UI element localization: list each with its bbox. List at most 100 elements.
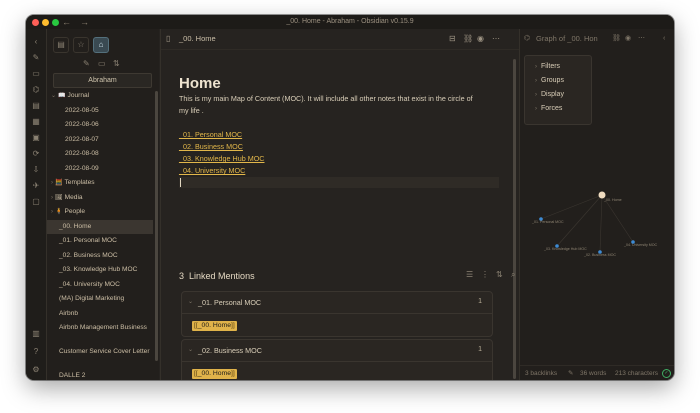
bookmarks-tab-icon[interactable]: ☆ [73, 37, 89, 53]
note-heading[interactable]: Home [179, 75, 221, 92]
graph-node-label: _03. Knowledge Hub MOC [543, 247, 587, 251]
graph-view-icon[interactable]: ⌬ [31, 85, 41, 95]
download-icon[interactable]: ⇩ [31, 165, 41, 175]
graph-menu-forces[interactable]: › Forces [535, 105, 562, 112]
calendar-icon[interactable]: ▢ [31, 197, 41, 207]
file-item[interactable]: Airbnb [47, 307, 153, 322]
sort-icon[interactable]: ⇅ [113, 59, 120, 68]
graph-menu-groups[interactable]: › Groups [535, 77, 564, 84]
backlinks-count[interactable]: 3 backlinks [525, 366, 557, 380]
chevron-right-icon[interactable]: › [51, 209, 53, 215]
file-item[interactable]: 2022-08-07 [47, 133, 153, 148]
show-context-icon[interactable]: ⋮ [481, 270, 489, 279]
sort-results-icon[interactable]: ⇅ [496, 270, 503, 279]
chevron-down-icon[interactable]: ⌄ [188, 346, 193, 353]
tree-item-label: Customer Service Cover Letter [59, 348, 150, 355]
file-item[interactable]: _00. Home [47, 219, 153, 234]
file-icon[interactable]: ▤ [31, 101, 41, 111]
mention-card-title[interactable]: _02. Business MOC [198, 346, 262, 355]
daily-note-icon[interactable]: ▦ [31, 117, 41, 127]
graph-panel-title[interactable]: Graph of _00. Hon [536, 29, 598, 49]
file-item[interactable]: 2022-08-06 [47, 118, 153, 133]
settings-gear-icon[interactable]: ⚙ [31, 365, 41, 375]
editor-scrollbar[interactable] [513, 59, 516, 379]
ai-icon[interactable]: ✎ [31, 53, 41, 63]
linked-mentions-label: Linked Mentions [189, 271, 255, 281]
collapse-sidebar-icon[interactable]: ‹ [31, 37, 41, 47]
tree-item-label: DALLE 2 [59, 372, 86, 379]
sidebar-scrollbar[interactable] [155, 91, 158, 361]
mention-card-personal[interactable]: ⌄ _01. Personal MOC 1 [[_00. Home]] [181, 291, 493, 337]
new-folder-icon[interactable]: ▭ [98, 59, 106, 68]
folder-item[interactable]: › 🧍 People [47, 205, 153, 220]
editor-tab-title[interactable]: _00. Home [179, 29, 216, 49]
folder-item[interactable]: › 🖼 Media [47, 191, 153, 206]
mention-snippet[interactable]: [[_00. Home]] [192, 321, 237, 331]
new-note-icon[interactable]: ✎ [83, 59, 90, 68]
more-options-icon[interactable]: ⋯ [492, 29, 500, 49]
linked-mentions-header[interactable]: 3 Linked Mentions [179, 271, 255, 281]
folder-item[interactable]: ⌄ 📖 Journal [47, 89, 153, 104]
link-university-moc[interactable]: _04. University MOC [179, 165, 245, 177]
file-item[interactable]: _04. University MOC [47, 278, 153, 293]
collapse-right-panel-icon[interactable]: ‹ [663, 29, 665, 49]
search-icon[interactable]: ⌕ [511, 270, 515, 280]
graph-settings-menu: › Filters › Groups › Display › Forces [524, 55, 592, 125]
folder-emoji-icon: 🧍 [55, 209, 63, 215]
files-tab-icon[interactable]: ▤ [53, 37, 69, 53]
vault-name[interactable]: Abraham [53, 73, 152, 88]
graph-canvas[interactable]: _00. Home _01. Personal MOC _03. Knowledge… [520, 189, 674, 309]
mention-card-count: 1 [478, 346, 482, 353]
graph-menu-filters[interactable]: › Filters [535, 63, 560, 70]
help-icon[interactable]: ? [31, 347, 41, 357]
chevron-right-icon[interactable]: › [51, 180, 53, 186]
link-icon[interactable]: ⛓ [463, 29, 473, 49]
mention-card-business[interactable]: ⌄ _02. Business MOC 1 [[_00. Home]] [181, 339, 493, 380]
file-item[interactable]: 2022-08-05 [47, 104, 153, 119]
publish-icon[interactable]: ✈ [31, 181, 41, 191]
file-item[interactable]: Customer Service Cover Letter [47, 345, 153, 369]
open-quick-switcher-icon[interactable]: ▭ [31, 69, 41, 79]
sync-icon[interactable]: ⟳ [31, 149, 41, 159]
terminal-icon[interactable]: ▣ [31, 133, 41, 143]
file-item[interactable]: 2022-08-08 [47, 147, 153, 162]
file-item[interactable]: 2022-08-09 [47, 162, 153, 177]
edit-icon[interactable]: ✎ [568, 366, 573, 380]
folder-item[interactable]: › 🧮 Templates [47, 176, 153, 191]
folder-emoji-icon: 📖 [58, 93, 66, 99]
link-personal-moc[interactable]: _01. Personal MOC [179, 129, 242, 141]
file-item[interactable]: _01. Personal MOC [47, 234, 153, 249]
mention-card-title[interactable]: _01. Personal MOC [198, 298, 261, 307]
editor-pane: ▯ _00. Home ⊟ ⛓ ◉ ⋯ Home This is my main… [160, 29, 519, 380]
reading-view-icon[interactable]: ⊟ [449, 29, 456, 49]
local-graph-panel: ⌬ Graph of _00. Hon ⛓ ◉ ⋯ ‹ › Filters › Gr… [519, 29, 674, 380]
divider [182, 313, 492, 314]
file-item[interactable]: Airbnb Management Business [47, 321, 153, 345]
linked-mentions-count: 3 [179, 271, 185, 281]
record-icon[interactable]: ◉ [477, 29, 484, 49]
more-options-icon[interactable]: ⋯ [638, 29, 645, 49]
graph-menu-groups-label: Groups [541, 77, 564, 84]
file-item[interactable]: _03. Knowledge Hub MOC [47, 263, 153, 278]
tree-item-label: 2022-08-08 [65, 150, 99, 157]
note-paragraph[interactable]: This is my main Map of Content (MOC). It… [179, 93, 484, 117]
home-tab-icon[interactable]: ⌂ [93, 37, 109, 53]
file-item[interactable]: DALLE 2 [47, 369, 153, 380]
chevron-down-icon[interactable]: ⌄ [188, 298, 193, 305]
active-line[interactable] [179, 177, 499, 188]
sync-status-icon[interactable]: ✓ [662, 369, 671, 378]
file-item[interactable]: _02. Business MOC [47, 249, 153, 264]
window-title: _00. Home - Abraham - Obsidian v0.15.9 [286, 18, 414, 25]
mention-snippet[interactable]: [[_00. Home]] [192, 369, 237, 379]
chevron-right-icon[interactable]: › [51, 195, 53, 201]
settings-icon[interactable]: ◉ [625, 29, 631, 49]
link-business-moc[interactable]: _02. Business MOC [179, 141, 243, 153]
file-item[interactable]: (MA) Digital Marketing [47, 292, 153, 307]
vault-switcher-icon[interactable]: ▥ [31, 329, 41, 339]
folder-emoji-icon: 🧮 [55, 180, 63, 186]
link-icon[interactable]: ⛓ [612, 29, 621, 49]
link-knowledge-hub-moc[interactable]: _03. Knowledge Hub MOC [179, 153, 265, 165]
chevron-down-icon[interactable]: ⌄ [51, 93, 56, 99]
collapse-results-icon[interactable]: ☰ [466, 270, 473, 279]
graph-menu-display[interactable]: › Display [535, 91, 564, 98]
